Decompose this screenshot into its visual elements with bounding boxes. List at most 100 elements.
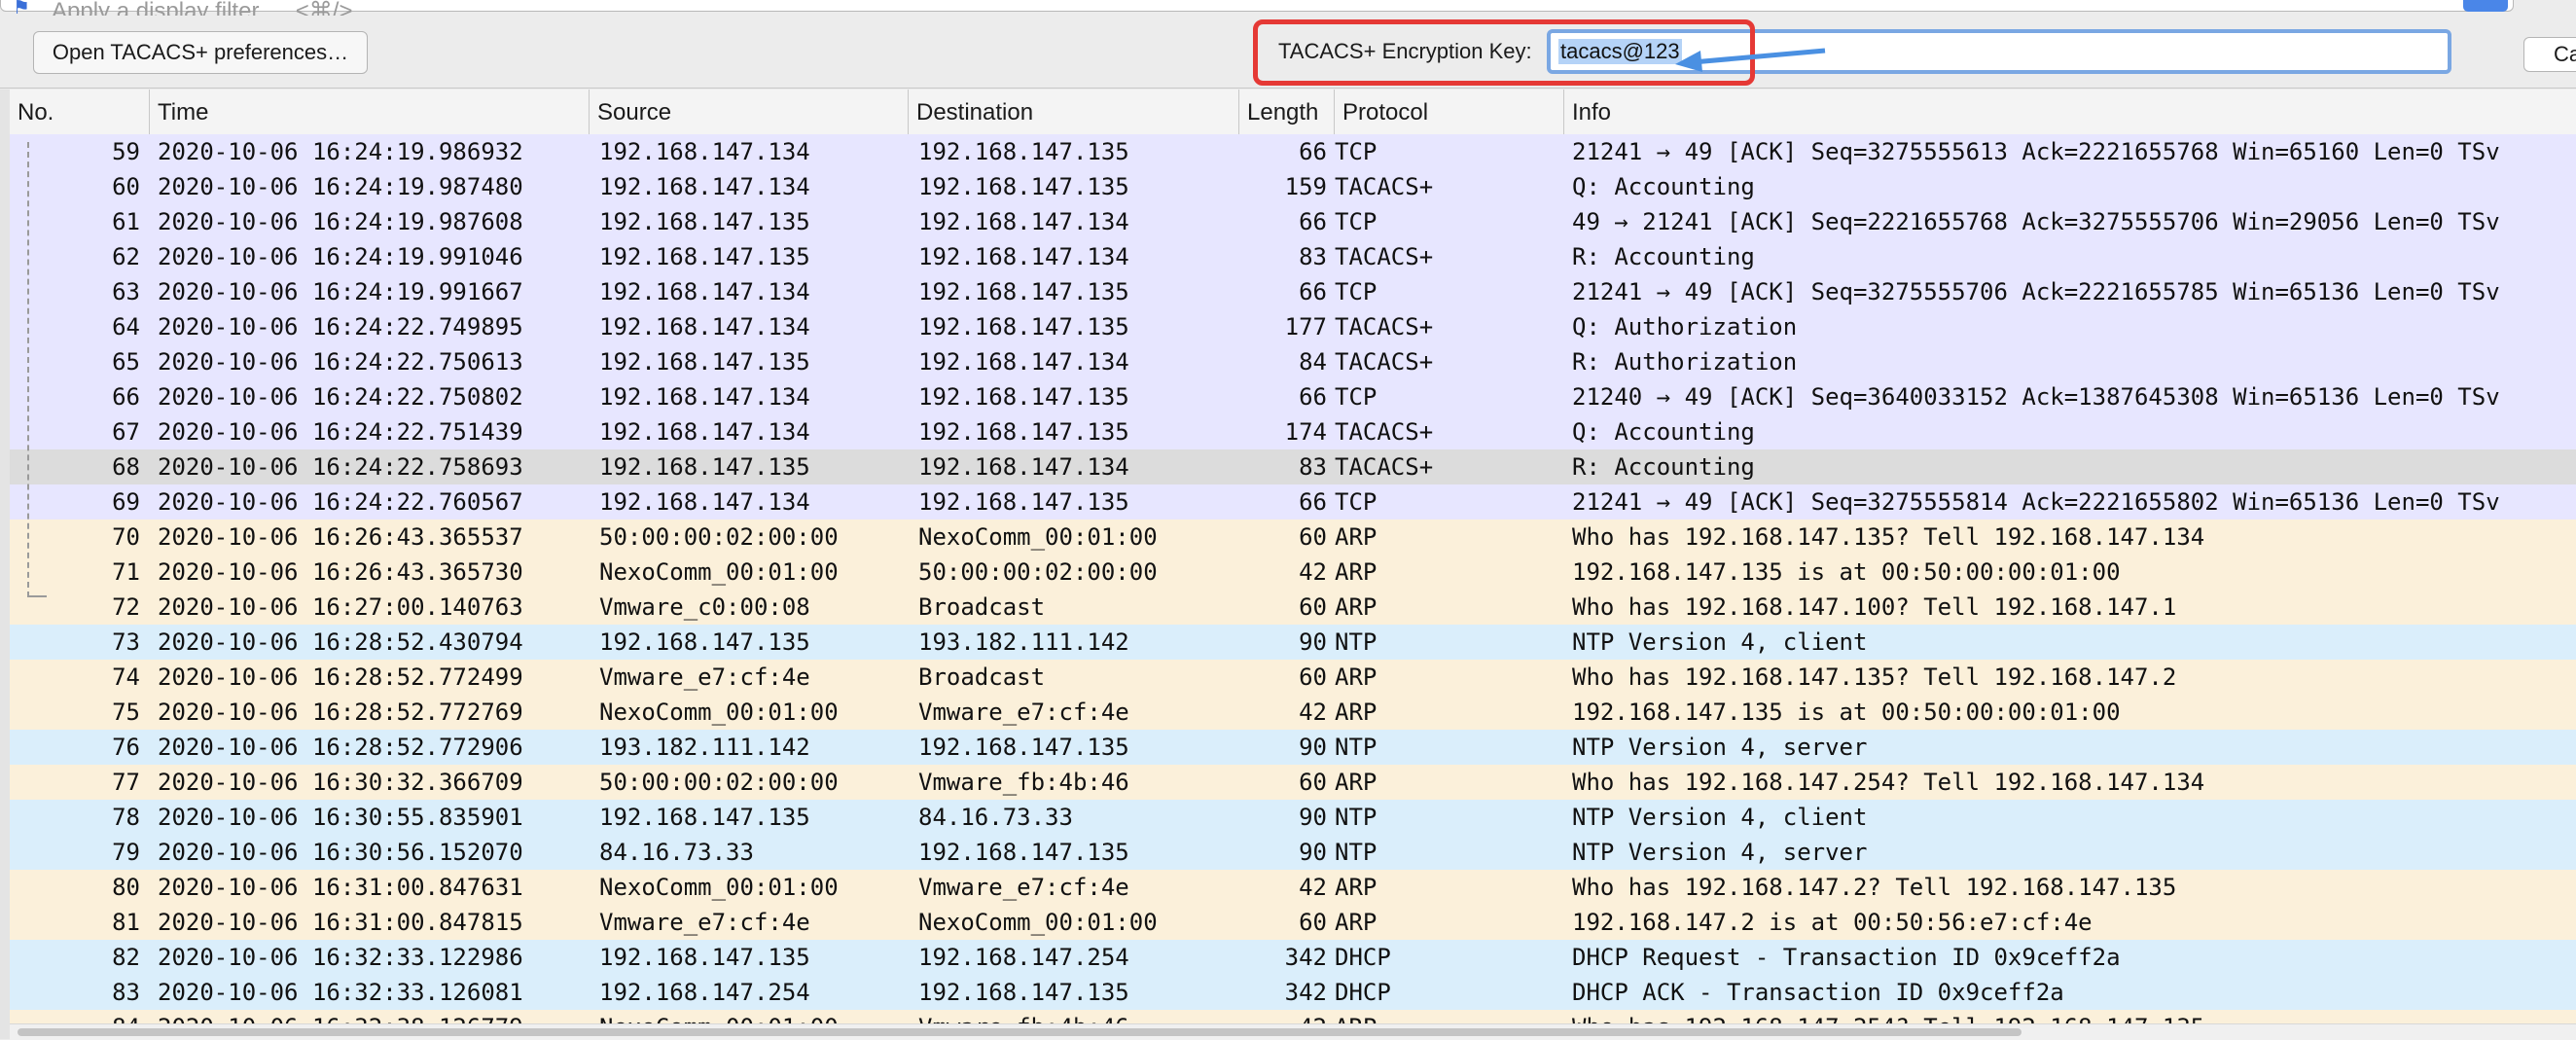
packet-no: 77 xyxy=(112,769,140,796)
packet-length: 60 xyxy=(1299,769,1327,796)
open-preferences-button[interactable]: Open TACACS+ preferences… xyxy=(33,31,368,74)
packet-no: 80 xyxy=(112,874,140,901)
packet-source: 192.168.147.134 xyxy=(599,418,810,446)
conversation-tree-end xyxy=(27,595,47,597)
packet-info: 21241 → 49 [ACK] Seq=3275555706 Ack=2221… xyxy=(1572,278,2500,305)
packet-length: 90 xyxy=(1299,804,1327,831)
packet-row[interactable]: 67 2020-10-06 16:24:22.751439 192.168.147.… xyxy=(10,414,2576,449)
packet-row[interactable]: 81 2020-10-06 16:31:00.847815 Vmware_e7:cf… xyxy=(10,905,2576,940)
packet-protocol: ARP xyxy=(1335,909,1377,936)
packet-no: 84 xyxy=(10,1013,140,1023)
packet-length: 66 xyxy=(1299,488,1327,516)
packet-time: 2020-10-06 16:30:56.152070 xyxy=(158,839,523,866)
horizontal-scrollbar[interactable] xyxy=(10,1023,2576,1040)
packet-time: 2020-10-06 16:32:38.126779 xyxy=(158,1013,523,1023)
packet-row[interactable]: 73 2020-10-06 16:28:52.430794 192.168.147.… xyxy=(10,625,2576,660)
packet-protocol: TCP xyxy=(1335,488,1377,516)
packet-protocol: ARP xyxy=(1335,769,1377,796)
packet-destination: NexoComm_00:01:00 xyxy=(918,909,1158,936)
packet-protocol: TACACS+ xyxy=(1335,418,1434,446)
packet-protocol: ARP xyxy=(1335,874,1377,901)
column-header-destination[interactable]: Destination xyxy=(909,90,1239,136)
packet-destination: 192.168.147.254 xyxy=(918,944,1129,971)
packet-row[interactable]: 70 2020-10-06 16:26:43.365537 50:00:00:02:… xyxy=(10,520,2576,555)
packet-time: 2020-10-06 16:24:19.987480 xyxy=(158,173,523,200)
column-header-no[interactable]: No. xyxy=(10,90,150,136)
packet-destination: Vmware_e7:cf:4e xyxy=(918,699,1129,726)
packet-info: DHCP ACK - Transaction ID 0x9ceff2a xyxy=(1572,979,2064,1006)
packet-info: 21241 → 49 [ACK] Seq=3275555814 Ack=2221… xyxy=(1572,488,2500,516)
packet-row[interactable]: 84 2020-10-06 16:32:38.126779 NexoComm_00:… xyxy=(10,1010,2576,1023)
packet-length: 174 xyxy=(1284,418,1327,446)
column-header-source[interactable]: Source xyxy=(590,90,909,136)
packet-row[interactable]: 76 2020-10-06 16:28:52.772906 193.182.111.… xyxy=(10,730,2576,765)
packet-time: 2020-10-06 16:30:32.366709 xyxy=(158,769,523,796)
packet-row[interactable]: 83 2020-10-06 16:32:33.126081 192.168.147.… xyxy=(10,975,2576,1010)
packet-length: 60 xyxy=(1299,663,1327,691)
packet-protocol: TCP xyxy=(1335,383,1377,411)
scrollbar-thumb[interactable] xyxy=(18,1028,2021,1036)
column-header-protocol[interactable]: Protocol xyxy=(1335,90,1564,136)
packet-destination: Vmware_fb:4b:46 xyxy=(918,769,1129,796)
packet-row[interactable]: 66 2020-10-06 16:24:22.750802 192.168.147.… xyxy=(10,379,2576,414)
packet-row[interactable]: 62 2020-10-06 16:24:19.991046 192.168.147.… xyxy=(10,239,2576,274)
packet-row[interactable]: 59 2020-10-06 16:24:19.986932 192.168.147.… xyxy=(10,134,2576,169)
packet-length: 159 xyxy=(1284,173,1327,200)
packet-time: 2020-10-06 16:28:52.430794 xyxy=(158,628,523,656)
packet-protocol: ARP xyxy=(1335,593,1377,621)
packet-source: Vmware_e7:cf:4e xyxy=(599,663,810,691)
packet-destination: Vmware_fb:4b:46 xyxy=(918,1013,1129,1023)
packet-protocol: NTP xyxy=(1335,804,1377,831)
cancel-button[interactable]: Ca xyxy=(2523,37,2576,72)
column-header-time[interactable]: Time xyxy=(150,90,590,136)
packet-row[interactable]: 82 2020-10-06 16:32:33.122986 192.168.147.… xyxy=(10,940,2576,975)
packet-source: 192.168.147.134 xyxy=(599,488,810,516)
display-filter-input[interactable]: ⚑ Apply a display filter … <⌘/> xyxy=(0,0,2514,16)
packet-info: NTP Version 4, server xyxy=(1572,734,1868,761)
packet-row[interactable]: 64 2020-10-06 16:24:22.749895 192.168.147.… xyxy=(10,309,2576,344)
packet-row[interactable]: 65 2020-10-06 16:24:22.750613 192.168.147.… xyxy=(10,344,2576,379)
apply-filter-button[interactable] xyxy=(2463,0,2508,12)
packet-time: 2020-10-06 16:27:00.140763 xyxy=(158,593,523,621)
packet-destination: Broadcast xyxy=(918,663,1046,691)
packet-row[interactable]: 71 2020-10-06 16:26:43.365730 NexoComm_00:… xyxy=(10,555,2576,590)
packet-destination: 192.168.147.134 xyxy=(918,348,1129,376)
packet-row[interactable]: 68 2020-10-06 16:24:22.758693 192.168.147.… xyxy=(10,449,2576,484)
packet-row[interactable]: 61 2020-10-06 16:24:19.987608 192.168.147.… xyxy=(10,204,2576,239)
packet-length: 42 xyxy=(1226,1013,1327,1023)
packet-row[interactable]: 69 2020-10-06 16:24:22.760567 192.168.147.… xyxy=(10,484,2576,520)
packet-destination: Broadcast xyxy=(918,593,1046,621)
packet-time: 2020-10-06 16:28:52.772499 xyxy=(158,663,523,691)
packet-time: 2020-10-06 16:32:33.122986 xyxy=(158,944,523,971)
packet-source: 192.168.147.135 xyxy=(599,208,810,235)
column-header-length[interactable]: Length xyxy=(1239,90,1335,136)
packet-row[interactable]: 77 2020-10-06 16:30:32.366709 50:00:00:02:… xyxy=(10,765,2576,800)
packet-row[interactable]: 75 2020-10-06 16:28:52.772769 NexoComm_00:… xyxy=(10,695,2576,730)
bookmark-icon[interactable]: ⚑ xyxy=(13,0,34,16)
packet-info: Who has 192.168.147.100? Tell 192.168.14… xyxy=(1572,593,2177,621)
packet-time: 2020-10-06 16:24:19.987608 xyxy=(158,208,523,235)
packet-destination: 192.168.147.135 xyxy=(918,979,1129,1006)
packet-length: 177 xyxy=(1284,313,1327,341)
packet-row[interactable]: 80 2020-10-06 16:31:00.847631 NexoComm_00:… xyxy=(10,870,2576,905)
column-header-info[interactable]: Info xyxy=(1564,90,2576,136)
packet-length: 66 xyxy=(1299,278,1327,305)
packet-source: 192.168.147.135 xyxy=(599,944,810,971)
packet-destination: 192.168.147.135 xyxy=(918,138,1129,165)
packet-protocol: ARP xyxy=(1335,1013,1377,1023)
packet-row[interactable]: 60 2020-10-06 16:24:19.987480 192.168.147.… xyxy=(10,169,2576,204)
packet-info: NTP Version 4, client xyxy=(1572,804,1868,831)
packet-row[interactable]: 79 2020-10-06 16:30:56.152070 84.16.73.33 1… xyxy=(10,835,2576,870)
packet-row[interactable]: 74 2020-10-06 16:28:52.772499 Vmware_e7:cf… xyxy=(10,660,2576,695)
packet-row[interactable]: 63 2020-10-06 16:24:19.991667 192.168.147.… xyxy=(10,274,2576,309)
packet-source: 192.168.147.135 xyxy=(599,804,810,831)
packet-row[interactable]: 78 2020-10-06 16:30:55.835901 192.168.147.… xyxy=(10,800,2576,835)
packet-row[interactable]: 72 2020-10-06 16:27:00.140763 Vmware_c0:00… xyxy=(10,590,2576,625)
packet-time: 2020-10-06 16:28:52.772906 xyxy=(158,734,523,761)
display-filter-placeholder: Apply a display filter … <⌘/> xyxy=(52,0,353,16)
packet-protocol: TCP xyxy=(1335,138,1377,165)
packet-length: 342 xyxy=(1284,944,1327,971)
packet-info: Who has 192.168.147.2? Tell 192.168.147.… xyxy=(1572,874,2177,901)
packet-time: 2020-10-06 16:24:22.751439 xyxy=(158,418,523,446)
packet-info: Who has 192.168.147.254? Tell 192.168.14… xyxy=(1572,769,2205,796)
